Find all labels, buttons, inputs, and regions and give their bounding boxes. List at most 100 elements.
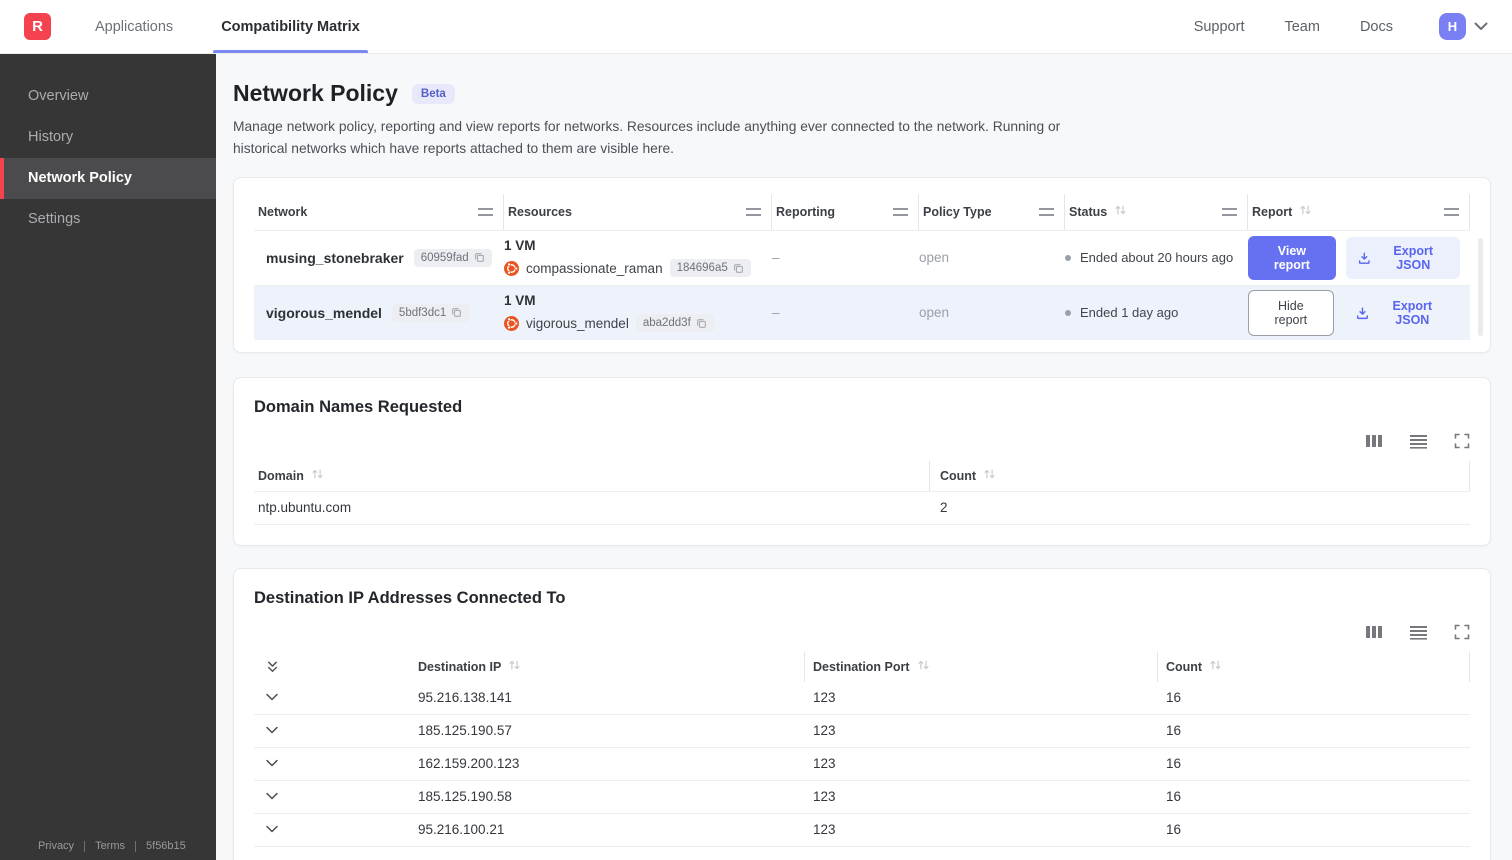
table-toolbar (254, 624, 1470, 640)
drag-handle-icon[interactable] (1222, 207, 1237, 216)
table-row[interactable]: 185.125.190.57 123 16 (254, 715, 1470, 748)
app-logo[interactable]: R (24, 13, 51, 40)
resource-name[interactable]: vigorous_mendel (526, 316, 629, 331)
columns-icon[interactable] (1365, 433, 1383, 449)
column-header-network[interactable]: Network (254, 193, 504, 230)
networks-table-header: Network Resources Reporting Policy Type … (254, 193, 1470, 230)
rows-icon[interactable] (1409, 433, 1428, 449)
reporting-value: – (772, 305, 780, 321)
network-id: 60959fad (420, 251, 469, 264)
table-row[interactable]: ntp.ubuntu.com 2 (254, 490, 1470, 525)
sort-icon[interactable] (311, 468, 324, 483)
sidebar-item-network-policy[interactable]: Network Policy (0, 158, 216, 199)
columns-icon[interactable] (1365, 624, 1383, 640)
sidebar-item-history[interactable]: History (0, 117, 216, 158)
ubuntu-icon (504, 260, 519, 276)
sort-icon[interactable] (1114, 204, 1127, 219)
copy-icon[interactable] (733, 263, 744, 274)
domain-value: ntp.ubuntu.com (258, 500, 352, 516)
nav-team[interactable]: Team (1284, 19, 1319, 35)
rows-icon[interactable] (1409, 624, 1428, 640)
sort-icon[interactable] (1209, 659, 1222, 674)
destination-ip-value: 185.125.190.58 (418, 789, 512, 805)
column-header-count[interactable]: Count (1157, 651, 1470, 682)
row-expand-chevron-icon[interactable] (254, 693, 414, 702)
chevron-down-icon[interactable] (1474, 22, 1488, 31)
drag-handle-icon[interactable] (1039, 207, 1054, 216)
hide-report-button[interactable]: Hide report (1248, 289, 1334, 336)
network-id-badge[interactable]: 60959fad (413, 248, 492, 267)
network-name: vigorous_mendel (266, 304, 382, 321)
sort-icon[interactable] (1299, 204, 1312, 219)
terms-link[interactable]: Terms (95, 840, 125, 852)
policy-type-value: open (919, 250, 950, 266)
destination-ip-value: 162.159.200.123 (418, 756, 520, 772)
row-expand-chevron-icon[interactable] (254, 792, 414, 801)
drag-handle-icon[interactable] (478, 207, 493, 216)
card-title: Destination IP Addresses Connected To (254, 588, 566, 607)
status-text: Ended about 20 hours ago (1080, 250, 1234, 266)
reporting-value: – (772, 250, 780, 266)
scrollbar[interactable] (1478, 237, 1483, 336)
column-label: Status (1069, 204, 1108, 219)
column-header-resources[interactable]: Resources (504, 193, 772, 230)
column-header-domain[interactable]: Domain (254, 460, 930, 491)
column-header-policy-type[interactable]: Policy Type (919, 193, 1065, 230)
tab-applications[interactable]: Applications (87, 0, 181, 53)
drag-handle-icon[interactable] (1444, 207, 1459, 216)
resource-id-badge[interactable]: aba2dd3f (635, 314, 714, 333)
export-json-button[interactable]: Export JSON (1344, 292, 1460, 334)
card-title: Domain Names Requested (254, 397, 463, 416)
copy-icon[interactable] (696, 318, 707, 329)
avatar[interactable]: H (1439, 13, 1466, 40)
column-header-reporting[interactable]: Reporting (772, 193, 919, 230)
count-value: 16 (1166, 690, 1182, 706)
destination-ips-card: Destination IP Addresses Connected To De… (233, 567, 1491, 860)
network-id-badge[interactable]: 5bdf3dc1 (391, 303, 470, 322)
copy-icon[interactable] (474, 252, 485, 263)
table-row[interactable]: 162.159.200.123 123 16 (254, 748, 1470, 781)
fullscreen-icon[interactable] (1454, 433, 1470, 449)
domains-table-header: Domain Count (254, 460, 1470, 491)
drag-handle-icon[interactable] (893, 207, 908, 216)
table-row[interactable]: 95.216.138.141 123 16 (254, 682, 1470, 715)
table-row[interactable]: 185.125.190.58 123 16 (254, 781, 1470, 814)
resource-id: 184696a5 (676, 262, 728, 275)
beta-badge: Beta (411, 83, 455, 104)
table-row[interactable]: musing_stonebraker 60959fad 1 VM compass… (254, 229, 1470, 285)
resource-id-badge[interactable]: 184696a5 (669, 259, 751, 278)
fullscreen-icon[interactable] (1454, 624, 1470, 640)
row-expand-chevron-icon[interactable] (254, 825, 414, 834)
network-id: 5bdf3dc1 (398, 306, 447, 319)
view-report-button[interactable]: View report (1248, 235, 1336, 280)
column-header-destination-ip[interactable]: Destination IP (414, 652, 804, 682)
column-header-count[interactable]: Count (930, 460, 1470, 491)
column-header-destination-port[interactable]: Destination Port (804, 651, 1157, 682)
column-label: Destination Port (813, 659, 910, 674)
networks-table-card: Network Resources Reporting Policy Type … (233, 176, 1491, 353)
sort-icon[interactable] (508, 659, 521, 674)
column-header-status[interactable]: Status (1065, 193, 1248, 230)
export-json-button[interactable]: Export JSON (1345, 236, 1460, 279)
row-expand-chevron-icon[interactable] (254, 759, 414, 768)
user-menu[interactable]: H (1439, 13, 1488, 40)
copy-icon[interactable] (451, 307, 462, 318)
table-row[interactable]: vigorous_mendel 5bdf3dc1 1 VM vigorous_m… (254, 284, 1470, 340)
column-label: Count (940, 468, 977, 483)
drag-handle-icon[interactable] (746, 207, 761, 216)
sort-icon[interactable] (917, 659, 930, 674)
column-header-report[interactable]: Report (1248, 193, 1470, 230)
tab-compatibility-matrix[interactable]: Compatibility Matrix (213, 0, 368, 53)
nav-docs[interactable]: Docs (1360, 19, 1393, 35)
privacy-link[interactable]: Privacy (38, 840, 74, 852)
nav-support[interactable]: Support (1194, 19, 1245, 35)
sort-icon[interactable] (983, 468, 996, 483)
row-expand-chevron-icon[interactable] (254, 726, 414, 735)
sidebar-item-settings[interactable]: Settings (0, 199, 216, 240)
sidebar-item-overview[interactable]: Overview (0, 76, 216, 117)
expand-all-icon[interactable] (254, 652, 414, 682)
destination-port-value: 123 (813, 822, 836, 838)
status-dot-icon (1065, 309, 1071, 316)
table-row[interactable]: 95.216.100.21 123 16 (254, 814, 1470, 847)
resource-name[interactable]: compassionate_raman (526, 261, 663, 276)
